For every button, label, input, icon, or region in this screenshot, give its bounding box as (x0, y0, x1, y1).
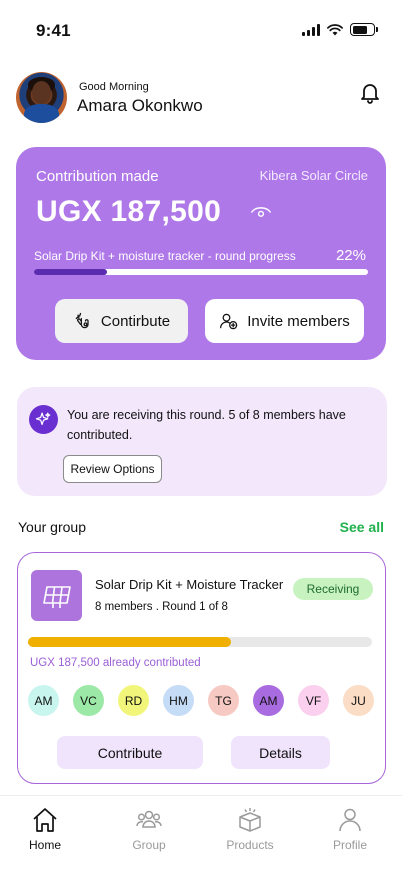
header: Good Morning Amara Okonkwo (16, 72, 386, 124)
battery-icon (350, 23, 378, 36)
group-card[interactable]: Solar Drip Kit + Moisture Tracker 8 memb… (17, 552, 386, 784)
status-icons (302, 23, 378, 36)
tab-products-label: Products (226, 838, 274, 852)
greeting: Good Morning (79, 81, 149, 93)
status-bar: 9:41 (0, 0, 402, 56)
notice-text: You are receiving this round. 5 of 8 mem… (67, 408, 346, 442)
tab-products[interactable]: Products (210, 806, 290, 852)
solar-panel-icon (31, 570, 82, 621)
section-title-your-group: Your group (18, 519, 86, 535)
member-avatars: AM VC RD HM TG AM VF JU (28, 685, 374, 717)
group-card-meta: 8 members . Round 1 of 8 (95, 601, 228, 613)
see-all-link[interactable]: See all (340, 519, 384, 535)
bottom-tab-bar: Home Group Products Profile (0, 795, 402, 869)
invite-members-button[interactable]: Invite members (205, 299, 364, 343)
group-name: Kibera Solar Circle (259, 168, 368, 183)
member-avatar[interactable]: RD (118, 685, 149, 716)
contribute-button-label: Contirbute (100, 312, 171, 330)
add-user-icon (220, 313, 238, 330)
package-icon (239, 808, 261, 832)
status-badge: Receiving (293, 578, 373, 600)
round-progress-fill (34, 269, 108, 275)
group-progress-bar (28, 637, 372, 647)
tab-home[interactable]: Home (5, 806, 85, 852)
tab-group-label: Group (132, 838, 166, 852)
tab-home-label: Home (28, 838, 61, 852)
wifi-icon (327, 23, 343, 35)
contribution-amount: UGX 187,500 (36, 195, 222, 228)
profile-icon (339, 808, 361, 832)
member-avatar[interactable]: JU (343, 685, 374, 716)
group-icon (136, 810, 162, 828)
tab-profile-label: Profile (332, 838, 367, 852)
group-details-button[interactable]: Details (231, 736, 330, 769)
tab-group[interactable]: Group (109, 806, 189, 852)
member-avatar[interactable]: AM (253, 685, 284, 716)
round-progress-bar (34, 269, 368, 275)
round-progress-percent: 22% (335, 247, 366, 264)
contribution-card: Contribution made Kibera Solar Circle UG… (16, 147, 386, 360)
bell-icon[interactable] (358, 80, 382, 104)
group-card-title: Solar Drip Kit + Moisture Tracker (95, 577, 284, 592)
sparkle-icon (29, 405, 58, 434)
member-avatar[interactable]: AM (28, 685, 59, 716)
round-progress-label: Solar Drip Kit + moisture tracker - roun… (34, 249, 296, 263)
user-name: Amara Okonkwo (77, 96, 203, 115)
avatar[interactable] (16, 72, 67, 123)
member-avatar[interactable]: VF (298, 685, 329, 716)
status-time: 9:41 (36, 21, 71, 40)
eye-icon[interactable] (250, 201, 272, 223)
hand-coin-icon (75, 312, 89, 329)
contribution-label: Contribution made (36, 168, 159, 185)
member-avatar[interactable]: VC (73, 685, 104, 716)
contributed-amount-note: UGX 187,500 already contributed (30, 657, 201, 669)
signal-icon (302, 23, 320, 36)
review-options-button[interactable]: Review Options (63, 455, 162, 483)
home-icon (33, 808, 57, 832)
contribute-button[interactable]: Contirbute (55, 299, 188, 343)
group-contribute-button[interactable]: Contribute (57, 736, 203, 769)
tab-profile[interactable]: Profile (310, 806, 390, 852)
member-avatar[interactable]: TG (208, 685, 239, 716)
invite-button-label: Invite members (247, 312, 350, 330)
receiving-notice: You are receiving this round. 5 of 8 mem… (17, 387, 387, 496)
member-avatar[interactable]: HM (163, 685, 194, 716)
group-progress-fill (28, 637, 231, 647)
